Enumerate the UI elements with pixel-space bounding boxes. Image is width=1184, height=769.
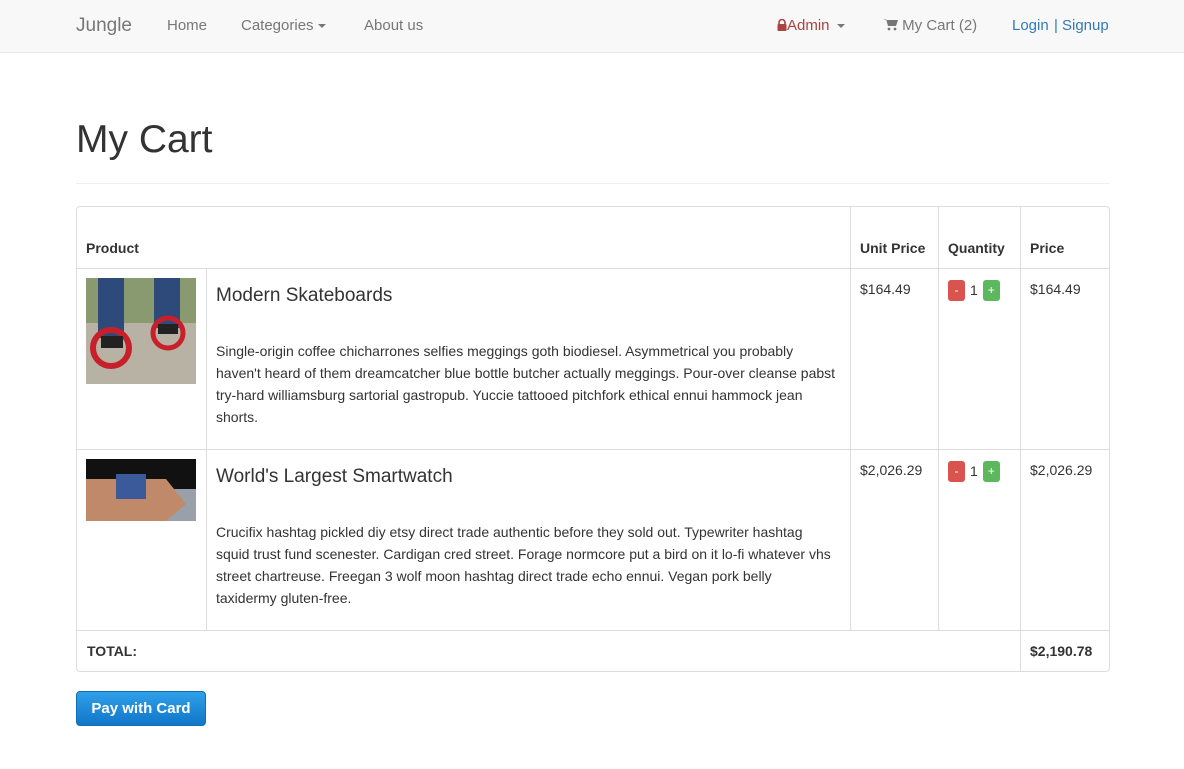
header-unit-price: Unit Price [850,207,938,268]
header-product: Product [86,240,139,256]
cart-table: Product Unit Price Quantity Price Modern… [76,206,1110,672]
decrease-quantity-button[interactable]: - [948,279,965,301]
nav-about[interactable]: About us [364,17,423,34]
line-price: $2,026.29 [1020,449,1109,630]
brand-link[interactable]: Jungle [76,15,132,37]
table-row: World's Largest Smartwatch Crucifix hasht… [77,449,1109,630]
increase-quantity-button[interactable]: + [982,460,1000,482]
total-value: $2,190.78 [1020,630,1109,671]
login-link[interactable]: Login [1012,17,1049,34]
product-description: Single-origin coffee chicharrones selfie… [216,343,836,425]
header-price: Price [1020,207,1109,268]
decrease-quantity-button[interactable]: - [948,460,965,482]
cart-icon [883,19,898,31]
nav-categories[interactable]: Categories [241,17,326,34]
signup-link[interactable]: Signup [1062,17,1109,34]
lock-icon [777,18,787,31]
table-row: Modern Skateboards Single-origin coffee c… [77,268,1109,449]
unit-price: $164.49 [850,268,938,449]
cart-label: My Cart (2) [902,17,978,34]
admin-label: Admin [787,17,830,34]
product-image [86,278,196,384]
categories-label: Categories [241,17,314,34]
navbar: Jungle Home Categories About us Admin My… [0,0,1184,53]
nav-home[interactable]: Home [167,17,207,34]
total-label: TOTAL: [77,630,1020,671]
line-price: $164.49 [1020,268,1109,449]
quantity-value: 1 [970,282,978,299]
nav-cart[interactable]: My Cart (2) [883,17,977,34]
header-quantity: Quantity [938,207,1020,268]
product-description: Crucifix hashtag pickled diy etsy direct… [216,524,831,606]
quantity-value: 1 [970,463,978,480]
unit-price: $2,026.29 [850,449,938,630]
product-name: Modern Skateboards [216,285,393,306]
divider [76,183,1110,184]
chevron-down-icon [836,24,845,29]
increase-quantity-button[interactable]: + [982,279,1000,301]
product-name: World's Largest Smartwatch [216,466,453,487]
product-image [86,459,196,521]
nav-admin[interactable]: Admin [777,17,845,34]
page-title: My Cart [76,118,213,161]
chevron-down-icon [317,24,326,29]
pay-with-card-button[interactable]: Pay with Card [76,691,206,726]
separator: | [1054,17,1058,34]
